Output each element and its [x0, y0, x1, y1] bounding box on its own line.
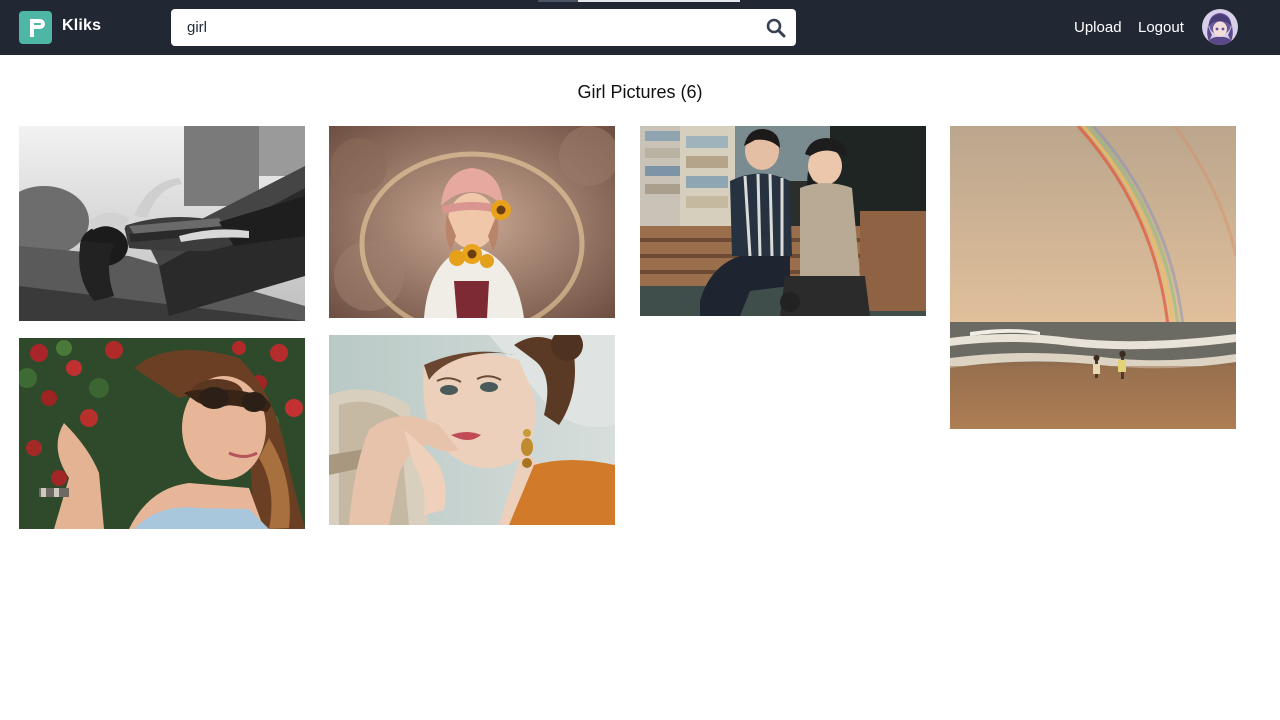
top-navbar: Kliks Upload Logout: [0, 0, 1280, 55]
user-avatar[interactable]: [1202, 9, 1238, 45]
search-input[interactable]: [171, 9, 751, 46]
logout-link[interactable]: Logout: [1138, 19, 1184, 36]
search-icon[interactable]: [765, 17, 786, 38]
brand-name[interactable]: Kliks: [62, 17, 101, 35]
photo-beach-rainbow[interactable]: [950, 126, 1236, 429]
upload-link[interactable]: Upload: [1074, 19, 1122, 36]
page-title: Girl Pictures (6): [577, 82, 703, 102]
photo-couple-on-bench[interactable]: [640, 126, 926, 316]
photo-woman-portrait-earring[interactable]: [329, 335, 615, 525]
photo-bw-woman-lying-on-bench[interactable]: [19, 126, 305, 321]
loading-bar: [538, 0, 740, 2]
kliks-logo-icon[interactable]: [19, 11, 52, 44]
photo-woman-sunglasses-flowers[interactable]: [19, 338, 305, 529]
search-bar: [171, 9, 796, 46]
photo-girl-with-sunflowers[interactable]: [329, 126, 615, 318]
